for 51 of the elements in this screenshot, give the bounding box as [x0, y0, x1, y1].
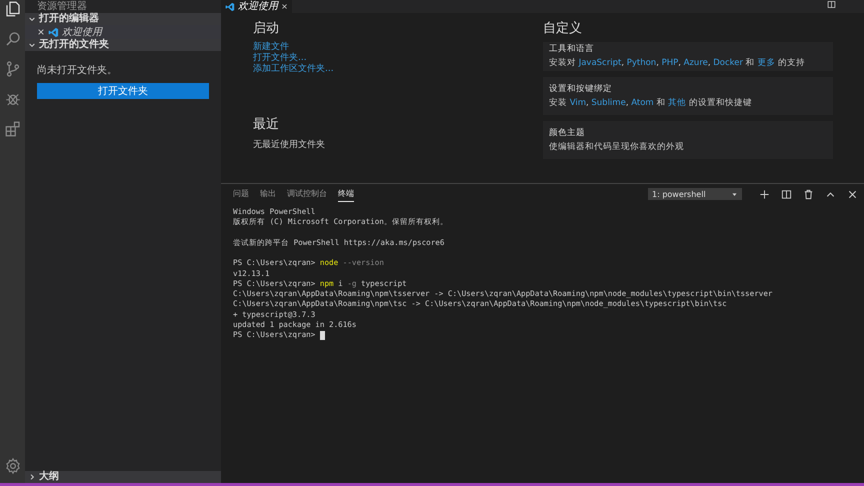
split-editor-icon[interactable]: [827, 0, 836, 9]
panel-tab[interactable]: 问题: [233, 186, 249, 202]
recent-message: 无最近使用文件夹: [253, 138, 326, 151]
vscode-logo-icon[interactable]: [225, 2, 235, 12]
card-title: 设置和按键绑定: [549, 82, 613, 94]
panel-tab[interactable]: 终端: [338, 186, 354, 202]
card-description: 安装 Vim, Sublime, Atom 和 其他 的设置和快捷键: [549, 98, 753, 108]
close-icon[interactable]: [847, 188, 858, 200]
section-title: 打开的编辑器: [39, 13, 99, 25]
section-heading: 自定义: [543, 21, 583, 37]
chevron-down-icon[interactable]: [28, 15, 36, 23]
card-title: 颜色主题: [549, 126, 586, 138]
open-editor-item[interactable]: 欢迎使用: [25, 25, 221, 39]
search-icon[interactable]: [4, 30, 22, 48]
card-title: 工具和语言: [549, 43, 595, 55]
editor-tab[interactable]: 欢迎使用: [221, 0, 292, 13]
customize-card[interactable]: 工具和语言 安装对 JavaScript, Python, PHP, Azure, Docker 和 更多 的支持: [543, 42, 833, 71]
start-link[interactable]: 添加工作区文件夹...: [253, 64, 543, 75]
settings-icon[interactable]: [4, 457, 22, 475]
trash-icon[interactable]: [803, 188, 814, 200]
dropdown-caret-icon[interactable]: [731, 190, 738, 198]
chevron-down-icon[interactable]: [28, 41, 36, 49]
empty-folder-message: 尚未打开文件夹。: [37, 64, 118, 77]
tab-label: 欢迎使用: [238, 0, 278, 13]
close-icon[interactable]: [37, 28, 45, 36]
start-link[interactable]: 打开文件夹...: [253, 53, 543, 64]
file-name: 欢迎使用: [62, 26, 102, 38]
chevron-right-icon[interactable]: [28, 473, 36, 481]
close-icon[interactable]: [281, 3, 288, 10]
customize-card[interactable]: 颜色主题 使编辑器和代码呈现你喜欢的外观: [543, 121, 833, 159]
section-heading: 最近: [253, 117, 280, 133]
card-description: 使编辑器和代码呈现你喜欢的外观: [549, 142, 685, 152]
panel-tab[interactable]: 输出: [260, 186, 276, 202]
card-description: 安装对 JavaScript, Python, PHP, Azure, Docker 和 更多 的支持: [549, 58, 806, 69]
customize-card[interactable]: 设置和按键绑定 安装 Vim, Sublime, Atom 和 其他 的设置和快捷键: [543, 77, 833, 115]
section-header[interactable]: 打开的编辑器: [25, 13, 221, 25]
section-title: 无打开的文件夹: [39, 39, 109, 51]
vscode-logo-icon[interactable]: [48, 26, 59, 38]
section-heading: 启动: [253, 21, 280, 37]
open-folder-button[interactable]: 打开文件夹: [37, 83, 209, 99]
section-header[interactable]: 无打开的文件夹: [25, 39, 221, 51]
section-header[interactable]: 大纲: [25, 471, 221, 483]
sidebar-title: 资源管理器: [36, 0, 88, 12]
split-terminal-icon[interactable]: [781, 188, 792, 200]
panel-tab[interactable]: 调试控制台: [287, 186, 327, 202]
files-icon[interactable]: [4, 0, 22, 18]
start-link[interactable]: 新建文件: [253, 42, 543, 53]
section-title: 大纲: [39, 471, 59, 483]
extensions-icon[interactable]: [4, 120, 22, 138]
terminal-dropdown[interactable]: 1: powershell: [648, 188, 742, 200]
plus-icon[interactable]: [759, 188, 770, 200]
